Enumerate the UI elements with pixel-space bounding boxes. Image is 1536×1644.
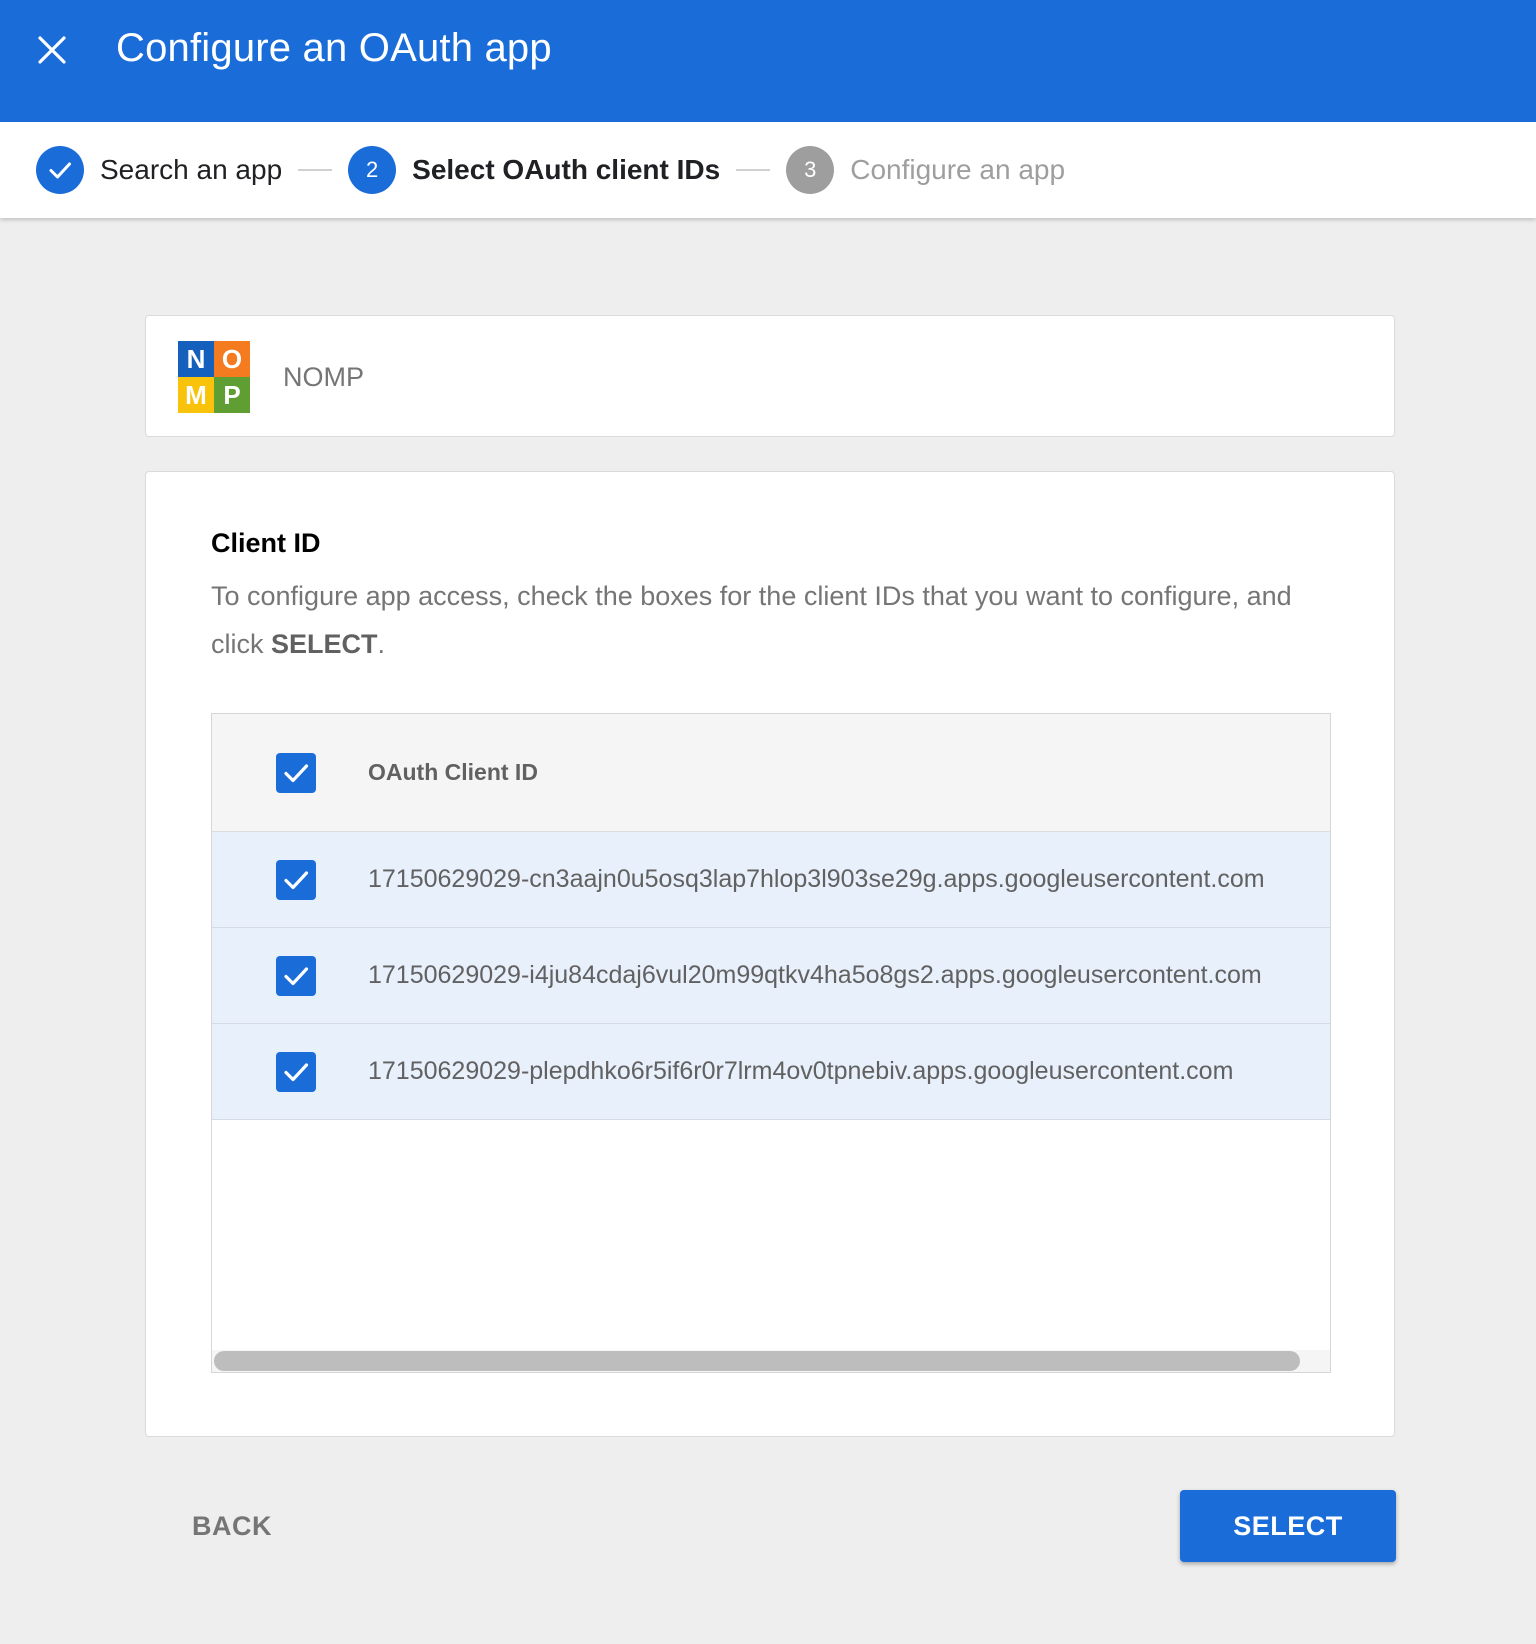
column-header-oauth-client-id[interactable]: OAuth Client ID <box>368 759 538 786</box>
step-select-oauth-client-ids[interactable]: 2 Select OAuth client IDs <box>348 146 720 194</box>
step-complete-indicator <box>36 146 84 194</box>
row-checkbox[interactable] <box>276 1051 316 1092</box>
logo-letter: M <box>178 377 214 413</box>
step-configure-an-app: 3 Configure an app <box>786 146 1065 194</box>
check-icon <box>49 162 71 179</box>
logo-letter: P <box>214 377 250 413</box>
step-separator <box>298 169 333 171</box>
table-row[interactable]: 17150629029-plepdhko6r5if6r0r7lrm4ov0tpn… <box>212 1024 1330 1120</box>
logo-letter: N <box>178 341 214 377</box>
close-icon <box>38 36 66 64</box>
scrollbar-thumb[interactable] <box>214 1351 1300 1371</box>
description-bold: SELECT <box>271 629 378 659</box>
select-button[interactable]: SELECT <box>1180 1490 1396 1562</box>
step-label: Search an app <box>100 154 283 185</box>
app-bar: Configure an OAuth app <box>0 0 1536 122</box>
step-search-an-app[interactable]: Search an app <box>36 146 282 194</box>
close-button[interactable] <box>30 28 74 72</box>
app-logo: N O M P <box>178 341 250 413</box>
client-id-cell: 17150629029-cn3aajn0u5osq3lap7hlop3l903s… <box>368 865 1265 893</box>
back-button[interactable]: BACK <box>180 1498 284 1554</box>
row-checkbox[interactable] <box>276 859 316 900</box>
step-label: Select OAuth client IDs <box>412 154 721 185</box>
select-all-checkbox[interactable] <box>276 752 316 793</box>
row-checkbox[interactable] <box>276 955 316 996</box>
client-id-cell: 17150629029-i4ju84cdaj6vul20m99qtkv4ha5o… <box>368 961 1262 989</box>
description-suffix: . <box>377 629 386 659</box>
table-header: OAuth Client ID <box>212 714 1330 832</box>
logo-letter: O <box>214 341 250 377</box>
check-icon <box>284 1062 309 1081</box>
section-description: To configure app access, check the boxes… <box>211 572 1341 668</box>
horizontal-scrollbar[interactable] <box>212 1350 1330 1372</box>
client-id-card: Client ID To configure app access, check… <box>145 471 1395 1437</box>
selected-app-card: N O M P NOMP <box>145 315 1395 437</box>
step-number: 2 <box>348 146 397 194</box>
check-icon <box>284 966 309 985</box>
step-separator <box>736 169 771 171</box>
table-row[interactable]: 17150629029-i4ju84cdaj6vul20m99qtkv4ha5o… <box>212 928 1330 1024</box>
step-number: 3 <box>786 146 835 194</box>
app-name: NOMP <box>283 362 364 392</box>
client-id-table: OAuth Client ID 17150629029-cn3aajn0u5os… <box>211 713 1331 1373</box>
section-title: Client ID <box>211 528 321 558</box>
table-row[interactable]: 17150629029-cn3aajn0u5osq3lap7hlop3l903s… <box>212 832 1330 928</box>
client-id-cell: 17150629029-plepdhko6r5if6r0r7lrm4ov0tpn… <box>368 1057 1234 1085</box>
page-title: Configure an OAuth app <box>116 26 552 70</box>
check-icon <box>284 763 309 782</box>
step-label: Configure an app <box>850 154 1066 185</box>
stepper: Search an app 2 Select OAuth client IDs … <box>0 122 1536 218</box>
check-icon <box>284 870 309 889</box>
